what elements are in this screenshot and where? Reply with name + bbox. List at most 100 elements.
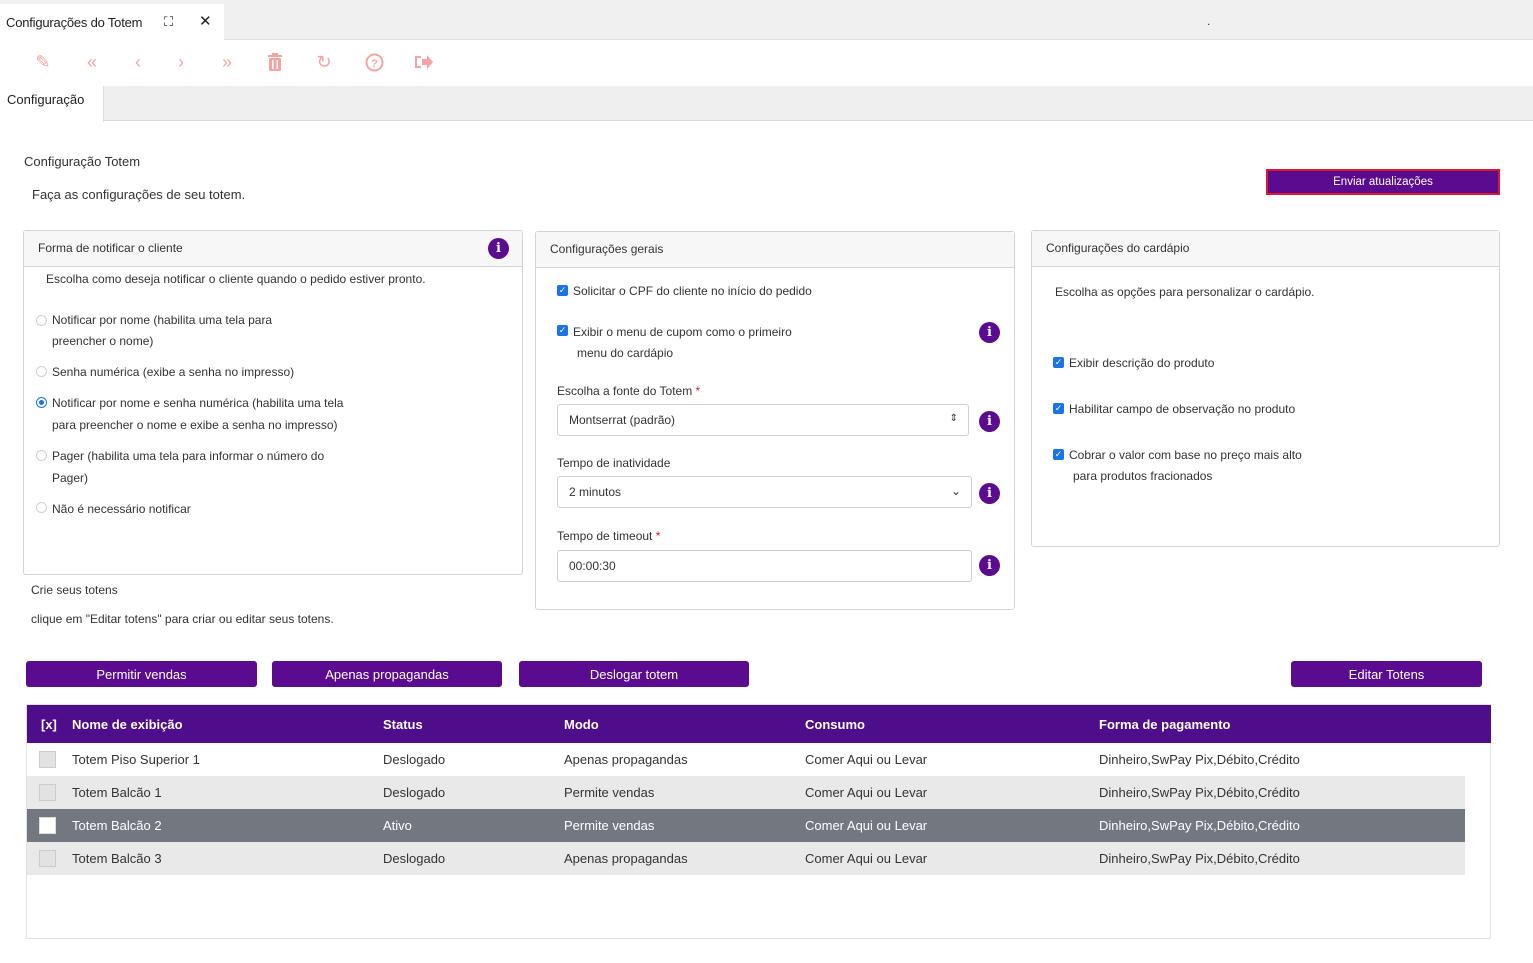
cell-consumption: Comer Aqui ou Levar	[805, 818, 928, 833]
inactivity-label: Tempo de inatividade	[557, 456, 671, 470]
prev-icon[interactable]: ‹	[126, 50, 150, 74]
cell-consumption: Comer Aqui ou Levar	[805, 785, 928, 800]
exit-icon[interactable]	[412, 50, 436, 74]
inactivity-select[interactable]: 2 minutos ⌄	[557, 476, 972, 508]
notify-description: Escolha como deseja notificar o cliente …	[46, 272, 426, 286]
cell-mode: Permite vendas	[564, 818, 655, 833]
font-select-value: Montserrat (padrão)	[569, 413, 676, 427]
cell-payment: Dinheiro,SwPay Pix,Débito,Crédito	[1099, 752, 1300, 767]
notify-option-radio[interactable]	[36, 366, 47, 377]
observation-checkbox[interactable]: ✓	[1053, 403, 1064, 414]
column-header-consumption[interactable]: Consumo	[805, 717, 865, 732]
table-row-selected[interactable]: Totem Balcão 2 Ativo Permite vendas Come…	[27, 809, 1465, 842]
font-select[interactable]: Montserrat (padrão) ⇕	[557, 404, 969, 436]
notify-option-radio[interactable]	[36, 450, 47, 461]
notify-option-radio-selected[interactable]	[36, 397, 47, 408]
cell-status: Ativo	[383, 818, 412, 833]
status-dot: .	[1207, 14, 1211, 28]
pencil-icon[interactable]: ✎	[31, 50, 55, 74]
allow-sales-button[interactable]: Permitir vendas	[26, 661, 257, 687]
window-tabbar: Configurações do Totem ⛶ ✕ .	[0, 0, 1533, 40]
tab-configuracao[interactable]: Configuração	[0, 86, 104, 122]
notify-card-header: Forma de notificar o cliente i	[24, 231, 522, 267]
cell-consumption: Comer Aqui ou Levar	[805, 851, 928, 866]
table-header: [x] Nome de exibição Status Modo Consumo…	[27, 705, 1491, 743]
coupon-checkbox[interactable]: ✓	[557, 325, 568, 336]
info-icon[interactable]: i	[979, 411, 1000, 432]
create-totems-title: Crie seus totens	[31, 583, 118, 597]
notify-option-radio[interactable]	[36, 315, 47, 326]
edit-totems-button[interactable]: Editar Totens	[1291, 661, 1482, 687]
row-checkbox[interactable]	[39, 850, 56, 867]
notify-option-label: Notificar por nome (habilita uma tela pa…	[52, 313, 273, 327]
info-icon[interactable]: i	[979, 322, 1000, 343]
cell-name: Totem Balcão 3	[72, 851, 162, 866]
notify-option-label: Não é necessário notificar	[52, 502, 191, 516]
trash-icon[interactable]	[263, 50, 287, 74]
table-row[interactable]: Totem Piso Superior 1 Deslogado Apenas p…	[27, 743, 1465, 776]
highest-price-label: para produtos fracionados	[1073, 469, 1213, 483]
cell-payment: Dinheiro,SwPay Pix,Débito,Crédito	[1099, 785, 1300, 800]
column-header-mode[interactable]: Modo	[564, 717, 599, 732]
column-header-name[interactable]: Nome de exibição	[72, 717, 183, 732]
create-totems-hint: clique em "Editar totens" para criar ou …	[31, 612, 334, 626]
highest-price-label: Cobrar o valor com base no preço mais al…	[1069, 448, 1302, 462]
window-tab[interactable]: Configurações do Totem ⛶ ✕	[0, 4, 224, 40]
next-icon[interactable]: ›	[169, 50, 193, 74]
coupon-label: menu do cardápio	[577, 346, 674, 360]
cell-mode: Apenas propagandas	[564, 752, 688, 767]
general-card-header: Configurações gerais	[536, 232, 1014, 268]
table-row[interactable]: Totem Balcão 1 Deslogado Permite vendas …	[27, 776, 1465, 809]
font-label: Escolha a fonte do Totem *	[557, 384, 701, 398]
notify-option-label: Notificar por nome e senha numérica (hab…	[52, 396, 344, 410]
notify-option-label: Pager (habilita uma tela para informar o…	[52, 449, 325, 463]
cell-status: Deslogado	[383, 785, 446, 800]
general-card-title: Configurações gerais	[550, 242, 664, 256]
logout-totem-button[interactable]: Deslogar totem	[519, 661, 749, 687]
window-tab-title: Configurações do Totem	[6, 14, 143, 30]
notify-option-label: preencher o nome)	[52, 334, 154, 348]
expand-icon[interactable]: ⛶	[164, 14, 173, 30]
notify-option-label: Senha numérica (exibe a senha no impress…	[52, 365, 295, 379]
timeout-input-value: 00:00:30	[569, 559, 616, 573]
menu-card-header: Configurações do cardápio	[1032, 231, 1499, 267]
timeout-input[interactable]: 00:00:30	[557, 550, 972, 582]
highest-price-checkbox[interactable]: ✓	[1053, 449, 1064, 460]
select-all-header[interactable]: [x]	[41, 717, 57, 732]
cpf-label: Solicitar o CPF do cliente no início do …	[573, 284, 812, 298]
cell-name: Totem Piso Superior 1	[72, 752, 200, 767]
page-title: Configuração Totem	[24, 154, 141, 169]
sort-icon: ⇕	[949, 413, 958, 424]
info-icon[interactable]: i	[488, 238, 509, 259]
totems-table: [x] Nome de exibição Status Modo Consumo…	[26, 704, 1491, 939]
info-icon[interactable]: i	[979, 483, 1000, 504]
notify-card-title: Forma de notificar o cliente	[38, 241, 183, 255]
cell-name: Totem Balcão 1	[72, 785, 162, 800]
row-checkbox[interactable]	[39, 817, 56, 834]
row-checkbox[interactable]	[39, 784, 56, 801]
column-header-status[interactable]: Status	[383, 717, 423, 732]
notify-option-radio[interactable]	[36, 502, 47, 513]
menu-card-title: Configurações do cardápio	[1046, 241, 1190, 255]
cell-status: Deslogado	[383, 752, 446, 767]
svg-text:?: ?	[371, 58, 378, 70]
refresh-icon[interactable]: ↻	[312, 50, 336, 74]
ads-only-button[interactable]: Apenas propagandas	[272, 661, 502, 687]
first-icon[interactable]: «	[80, 50, 104, 74]
cpf-checkbox[interactable]: ✓	[557, 285, 568, 296]
last-icon[interactable]: »	[215, 50, 239, 74]
close-icon[interactable]: ✕	[199, 12, 212, 30]
help-icon[interactable]: ?	[362, 50, 386, 74]
table-row[interactable]: Totem Balcão 3 Deslogado Apenas propagan…	[27, 842, 1465, 875]
show-description-checkbox[interactable]: ✓	[1053, 357, 1064, 368]
menu-description: Escolha as opções para personalizar o ca…	[1055, 285, 1315, 299]
coupon-label: Exibir o menu de cupom como o primeiro	[573, 325, 792, 339]
send-updates-button[interactable]: Enviar atualizações	[1266, 169, 1500, 195]
cell-mode: Permite vendas	[564, 785, 655, 800]
cell-payment: Dinheiro,SwPay Pix,Débito,Crédito	[1099, 851, 1300, 866]
chevron-down-icon: ⌄	[950, 484, 961, 498]
cell-status: Deslogado	[383, 851, 446, 866]
column-header-payment[interactable]: Forma de pagamento	[1099, 717, 1230, 732]
row-checkbox[interactable]	[39, 751, 56, 768]
info-icon[interactable]: i	[979, 555, 1000, 576]
